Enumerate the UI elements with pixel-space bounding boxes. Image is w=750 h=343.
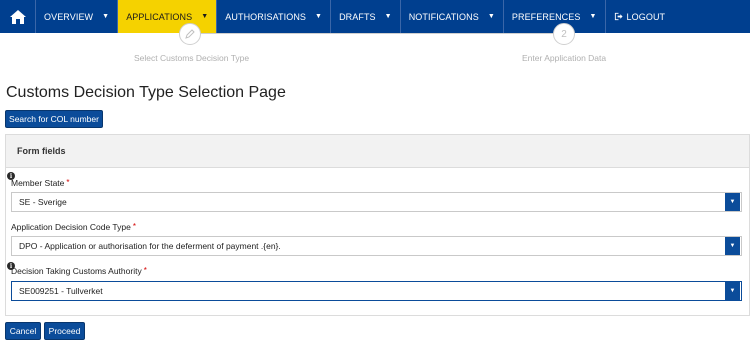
customs-authority-label: Decision Taking Customs Authority *	[11, 266, 147, 276]
nav-notifications-label: NOTIFICATIONS	[408, 11, 479, 22]
pencil-icon	[185, 29, 195, 39]
proceed-button[interactable]: Proceed	[44, 322, 85, 340]
nav-authorisations[interactable]: AUTHORISATIONS ▼	[217, 0, 332, 33]
decision-code-type-value: DPO - Application or authorisation for t…	[19, 241, 281, 251]
nav-drafts-label: DRAFTS	[339, 11, 376, 22]
member-state-label: Member State *	[11, 178, 70, 188]
nav-logout-label: LOGOUT	[626, 11, 666, 22]
nav-overview[interactable]: OVERVIEW ▼	[36, 0, 119, 33]
customs-authority-label-text: Decision Taking Customs Authority	[11, 266, 142, 276]
wizard-step-2: 2	[553, 23, 575, 45]
form-fields-header: Form fields	[6, 135, 749, 168]
chevron-down-icon[interactable]: ▼	[725, 193, 740, 211]
nav-notifications[interactable]: NOTIFICATIONS ▼	[401, 0, 504, 33]
required-marker: *	[143, 266, 147, 275]
home-icon	[9, 9, 26, 24]
top-navigation-bar: OVERVIEW ▼ APPLICATIONS ▼ AUTHORISATIONS…	[0, 0, 750, 33]
caret-down-icon: ▼	[384, 13, 392, 20]
customs-authority-value: SE009251 - Tullverket	[19, 286, 103, 296]
cancel-button[interactable]: Cancel	[5, 322, 41, 340]
customs-authority-select[interactable]: SE009251 - Tullverket ▼	[11, 281, 742, 301]
decision-code-type-label: Application Decision Code Type *	[11, 222, 136, 232]
caret-down-icon: ▼	[102, 13, 110, 20]
member-state-select[interactable]: SE - Sverige ▼	[11, 192, 742, 212]
home-button[interactable]	[0, 0, 36, 33]
chevron-down-icon[interactable]: ▼	[725, 237, 740, 255]
wizard-step-1	[179, 23, 201, 45]
wizard-connector	[190, 33, 565, 34]
required-marker: *	[66, 178, 70, 187]
wizard-steps: Select Customs Decision Type 2 Enter App…	[0, 23, 750, 69]
chevron-down-icon[interactable]: ▼	[725, 282, 740, 300]
nav-preferences-label: PREFERENCES	[511, 11, 581, 22]
decision-code-type-label-text: Application Decision Code Type	[11, 222, 131, 232]
page-title: Customs Decision Type Selection Page	[6, 84, 286, 101]
nav-authorisations-label: AUTHORISATIONS	[225, 11, 307, 22]
caret-down-icon: ▼	[201, 13, 209, 20]
caret-down-icon: ▼	[487, 13, 495, 20]
nav-logout[interactable]: LOGOUT	[606, 0, 674, 33]
wizard-step-2-label: Enter Application Data	[522, 53, 607, 63]
logout-icon	[614, 12, 623, 21]
caret-down-icon: ▼	[589, 13, 597, 20]
member-state-label-text: Member State	[11, 178, 65, 188]
caret-down-icon: ▼	[315, 13, 323, 20]
nav-applications[interactable]: APPLICATIONS ▼	[118, 0, 218, 33]
wizard-step-2-number: 2	[561, 28, 567, 40]
nav-applications-label: APPLICATIONS	[126, 11, 193, 22]
required-marker: *	[132, 222, 136, 231]
search-col-number-button[interactable]: Search for COL number	[5, 110, 103, 128]
member-state-value: SE - Sverige	[19, 197, 67, 207]
wizard-step-1-label: Select Customs Decision Type	[134, 53, 250, 63]
nav-overview-label: OVERVIEW	[44, 11, 94, 22]
decision-code-type-select[interactable]: DPO - Application or authorisation for t…	[11, 236, 742, 256]
nav-drafts[interactable]: DRAFTS ▼	[331, 0, 401, 33]
